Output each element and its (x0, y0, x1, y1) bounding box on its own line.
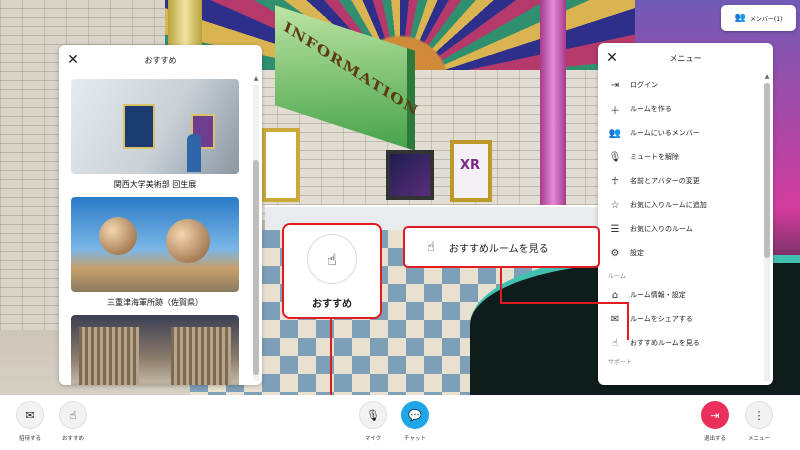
menu-item-label: ミュートを解除 (630, 153, 679, 161)
menu-scrollbar[interactable] (764, 83, 770, 381)
menu-item-label: ログイン (630, 81, 658, 89)
mail-icon: ✉ (16, 401, 44, 429)
poster-panel[interactable] (386, 150, 434, 200)
members-button[interactable]: 👥 メンバー(1) (721, 5, 796, 31)
gear-icon: ⚙ (610, 247, 620, 259)
close-icon[interactable]: ✕ (604, 50, 620, 66)
list-icon: ☰ (610, 223, 620, 235)
star-icon: ☆ (610, 199, 620, 211)
login-icon: ⇥ (610, 79, 620, 91)
callout-connector (500, 267, 502, 303)
home-icon: ⌂ (611, 289, 619, 301)
mic-off-icon: 🎙 (359, 401, 387, 429)
plus-icon: ＋ (610, 105, 620, 117)
menu-item-recommended-rooms[interactable]: ☝ おすすめルームを見る (598, 331, 767, 355)
menu-item-change-avatar[interactable]: ☥ 名前とアバターの変更 (598, 169, 767, 193)
menu-item-login[interactable]: ⇥ ログイン (598, 73, 767, 97)
close-icon[interactable]: ✕ (65, 52, 81, 68)
scroll-up-arrow[interactable]: ▲ (764, 73, 770, 81)
room-title: 三重津海軍所跡（佐賀県） (107, 298, 203, 307)
chat-button[interactable]: 💬 チャット (390, 401, 440, 442)
menu-label: メニュー (747, 436, 770, 442)
mail-icon: ✉ (610, 313, 620, 325)
menu-item-add-favorite[interactable]: ☆ お気に入りルームに追加 (598, 193, 767, 217)
more-vertical-icon: ⋮ (745, 401, 773, 429)
recommended-room-card[interactable]: 三重津海軍所跡（佐賀県） (71, 197, 239, 308)
menu-item-label: 名前とアバターの変更 (630, 177, 700, 185)
recommend-panel: ✕ おすすめ 関西大学美術部 回生展 三重津海軍所跡（佐賀県） ▲ (59, 45, 262, 385)
menu-panel-header: ✕ メニュー (598, 43, 773, 73)
recommend-label: おすすめ (61, 436, 84, 442)
scrollbar-thumb[interactable] (764, 83, 770, 258)
recommend-callout-card: ☝ おすすめ (282, 223, 382, 319)
hand-pointer-icon: ☝ (59, 401, 87, 429)
room-title: 関西大学美術部 回生展 (113, 180, 197, 189)
recommended-rooms-callout: ☝ おすすめルームを見る (403, 226, 600, 268)
menu-item-settings[interactable]: ⚙ 設定 (598, 241, 767, 265)
menu-item-label: ルームにいるメンバー (630, 129, 700, 137)
recommend-panel-header: ✕ おすすめ (59, 45, 262, 75)
exit-label: 退出する (703, 436, 726, 442)
recommend-button[interactable]: ☝ おすすめ (48, 401, 98, 442)
menu-panel: ✕ メニュー ⇥ ログイン ＋ ルームを作る 👥 ルームにいるメンバー 🎙 ミュ… (598, 43, 773, 385)
menu-panel-title: メニュー (669, 53, 702, 63)
menu-item-label: お気に入りのルーム (630, 225, 693, 233)
chat-label: チャット (404, 436, 426, 442)
menu-list: ⇥ ログイン ＋ ルームを作る 👥 ルームにいるメンバー 🎙 ミュートを解除 ☥… (598, 73, 767, 369)
exit-button[interactable]: ⇥ 退出する (690, 401, 740, 442)
hand-pointer-icon: ☝ (427, 239, 435, 255)
room-thumbnail (71, 315, 239, 385)
menu-item-create-room[interactable]: ＋ ルームを作る (598, 97, 767, 121)
bottom-toolbar: ✉ 招待する ☝ おすすめ 🎙 マイク 💬 チャット ⇥ 退出する ⋮ メニュー (0, 395, 800, 450)
scrollbar-thumb[interactable] (253, 160, 259, 375)
menu-item-share-room[interactable]: ✉ ルームをシェアする (598, 307, 767, 331)
hand-pointer-icon: ☝ (307, 234, 357, 284)
room-thumbnail (71, 79, 239, 174)
poster-panel[interactable] (262, 128, 300, 202)
menu-item-label: 設定 (630, 249, 644, 257)
menu-item-room-members[interactable]: 👥 ルームにいるメンバー (598, 121, 767, 145)
menu-item-label: ルーム情報・設定 (630, 291, 686, 299)
menu-section-room: ルーム (608, 273, 626, 280)
recommend-callout-label: おすすめ (312, 299, 352, 310)
room-thumbnail (71, 197, 239, 292)
menu-item-label: ルームをシェアする (630, 315, 693, 323)
menu-section-support: サポート (608, 359, 633, 366)
poster-panel[interactable]: XR (450, 140, 492, 202)
scroll-up-arrow[interactable]: ▲ (253, 75, 259, 83)
menu-item-unmute[interactable]: 🎙 ミュートを解除 (598, 145, 767, 169)
menu-item-label: お気に入りルームに追加 (630, 201, 707, 209)
callout-connector (627, 302, 629, 340)
mic-off-icon: 🎙 (608, 151, 622, 163)
recommended-room-card[interactable] (71, 315, 239, 385)
members-button-label: メンバー(1) (749, 15, 783, 23)
chat-icon: 💬 (401, 401, 429, 429)
people-icon: 👥 (734, 13, 746, 23)
menu-item-label: おすすめルームを見る (630, 339, 700, 347)
avatar-icon: ☥ (611, 175, 619, 187)
exit-icon: ⇥ (701, 401, 729, 429)
callout-connector (500, 302, 628, 304)
poster-text: XR (460, 158, 481, 173)
menu-item-favorite-rooms[interactable]: ☰ お気に入りのルーム (598, 217, 767, 241)
menu-item-label: ルームを作る (630, 105, 672, 113)
hand-pointer-icon: ☝ (611, 337, 619, 349)
menu-button[interactable]: ⋮ メニュー (734, 401, 784, 442)
recommended-rooms-callout-label: おすすめルームを見る (448, 243, 549, 255)
recommend-scrollbar[interactable] (253, 85, 259, 381)
recommend-panel-title: おすすめ (144, 55, 177, 65)
recommended-room-card[interactable]: 関西大学美術部 回生展 (71, 79, 239, 190)
people-icon: 👥 (608, 127, 622, 139)
